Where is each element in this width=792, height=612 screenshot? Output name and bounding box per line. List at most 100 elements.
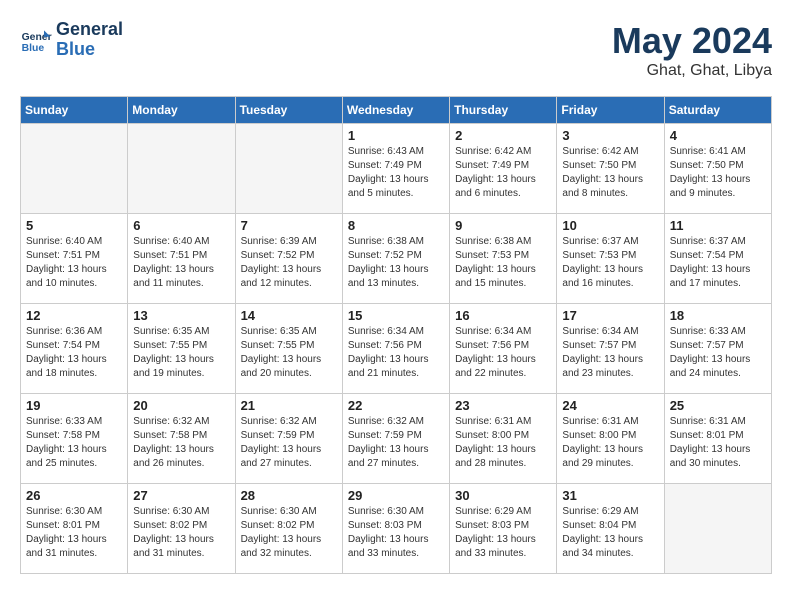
calendar-cell: 7Sunrise: 6:39 AM Sunset: 7:52 PM Daylig… bbox=[235, 214, 342, 304]
weekday-header: Saturday bbox=[664, 97, 771, 124]
day-number: 6 bbox=[133, 218, 229, 233]
day-number: 18 bbox=[670, 308, 766, 323]
day-info: Sunrise: 6:31 AM Sunset: 8:01 PM Dayligh… bbox=[670, 415, 766, 471]
calendar-cell: 29 Sunrise: 6:30 AM Sunset: 8:03 PM Dayli… bbox=[342, 484, 449, 574]
day-info: Sunrise: 6:41 AM Sunset: 7:50 PM Dayligh… bbox=[670, 145, 766, 201]
day-number: 25 bbox=[670, 398, 766, 413]
calendar-cell: 30 Sunrise: 6:29 AM Sunset: 8:03 PM Dayli… bbox=[450, 484, 557, 574]
logo-text: General Blue bbox=[56, 20, 123, 60]
weekday-header-row: SundayMondayTuesdayWednesdayThursdayFrid… bbox=[21, 97, 772, 124]
day-number: 1 bbox=[348, 128, 444, 143]
calendar-cell bbox=[21, 124, 128, 214]
calendar-cell: 17Sunrise: 6:34 AM Sunset: 7:57 PM Dayli… bbox=[557, 304, 664, 394]
day-info: Sunrise: 6:43 AM Sunset: 7:49 PM Dayligh… bbox=[348, 145, 444, 201]
svg-text:Blue: Blue bbox=[22, 43, 45, 54]
calendar-cell: 2Sunrise: 6:42 AM Sunset: 7:49 PM Daylig… bbox=[450, 124, 557, 214]
day-number: 4 bbox=[670, 128, 766, 143]
calendar-cell bbox=[664, 484, 771, 574]
title-block: May 2024 Ghat, Ghat, Libya bbox=[612, 20, 772, 80]
page-header: General Blue General Blue May 2024 Ghat,… bbox=[20, 20, 772, 80]
calendar-cell: 24 Sunrise: 6:31 AM Sunset: 8:00 PM Dayli… bbox=[557, 394, 664, 484]
day-info: Sunrise: 6:30 AM Sunset: 8:02 PM Dayligh… bbox=[241, 505, 337, 561]
weekday-header: Friday bbox=[557, 97, 664, 124]
calendar-cell: 26 Sunrise: 6:30 AM Sunset: 8:01 PM Dayli… bbox=[21, 484, 128, 574]
day-info: Sunrise: 6:36 AM Sunset: 7:54 PM Dayligh… bbox=[26, 325, 122, 381]
day-info: Sunrise: 6:32 AM Sunset: 7:59 PM Dayligh… bbox=[348, 415, 444, 471]
calendar-cell: 13Sunrise: 6:35 AM Sunset: 7:55 PM Dayli… bbox=[128, 304, 235, 394]
day-info: Sunrise: 6:32 AM Sunset: 7:58 PM Dayligh… bbox=[133, 415, 229, 471]
weekday-header: Wednesday bbox=[342, 97, 449, 124]
day-info: Sunrise: 6:38 AM Sunset: 7:53 PM Dayligh… bbox=[455, 235, 551, 291]
calendar-cell bbox=[235, 124, 342, 214]
day-number: 2 bbox=[455, 128, 551, 143]
logo: General Blue General Blue bbox=[20, 20, 123, 60]
calendar-week-row: 19Sunrise: 6:33 AM Sunset: 7:58 PM Dayli… bbox=[21, 394, 772, 484]
day-info: Sunrise: 6:30 AM Sunset: 8:01 PM Dayligh… bbox=[26, 505, 122, 561]
day-number: 12 bbox=[26, 308, 122, 323]
calendar-cell: 28Sunrise: 6:30 AM Sunset: 8:02 PM Dayli… bbox=[235, 484, 342, 574]
calendar-cell: 8 Sunrise: 6:38 AM Sunset: 7:52 PM Daylig… bbox=[342, 214, 449, 304]
weekday-header: Thursday bbox=[450, 97, 557, 124]
day-number: 31 bbox=[562, 488, 658, 503]
calendar-cell: 31 Sunrise: 6:29 AM Sunset: 8:04 PM Dayli… bbox=[557, 484, 664, 574]
day-info: Sunrise: 6:35 AM Sunset: 7:55 PM Dayligh… bbox=[133, 325, 229, 381]
calendar-cell: 12 Sunrise: 6:36 AM Sunset: 7:54 PM Dayli… bbox=[21, 304, 128, 394]
calendar-cell: 10 Sunrise: 6:37 AM Sunset: 7:53 PM Dayli… bbox=[557, 214, 664, 304]
day-info: Sunrise: 6:38 AM Sunset: 7:52 PM Dayligh… bbox=[348, 235, 444, 291]
day-info: Sunrise: 6:32 AM Sunset: 7:59 PM Dayligh… bbox=[241, 415, 337, 471]
day-info: Sunrise: 6:31 AM Sunset: 8:00 PM Dayligh… bbox=[562, 415, 658, 471]
weekday-header: Sunday bbox=[21, 97, 128, 124]
calendar-subtitle: Ghat, Ghat, Libya bbox=[612, 62, 772, 80]
day-info: Sunrise: 6:33 AM Sunset: 7:57 PM Dayligh… bbox=[670, 325, 766, 381]
calendar-cell: 14 Sunrise: 6:35 AM Sunset: 7:55 PM Dayli… bbox=[235, 304, 342, 394]
calendar-cell: 9 Sunrise: 6:38 AM Sunset: 7:53 PM Daylig… bbox=[450, 214, 557, 304]
day-number: 8 bbox=[348, 218, 444, 233]
day-number: 20 bbox=[133, 398, 229, 413]
day-number: 9 bbox=[455, 218, 551, 233]
day-info: Sunrise: 6:40 AM Sunset: 7:51 PM Dayligh… bbox=[26, 235, 122, 291]
calendar-week-row: 1 Sunrise: 6:43 AM Sunset: 7:49 PM Daylig… bbox=[21, 124, 772, 214]
day-info: Sunrise: 6:29 AM Sunset: 8:04 PM Dayligh… bbox=[562, 505, 658, 561]
day-info: Sunrise: 6:35 AM Sunset: 7:55 PM Dayligh… bbox=[241, 325, 337, 381]
calendar-cell: 21 Sunrise: 6:32 AM Sunset: 7:59 PM Dayli… bbox=[235, 394, 342, 484]
day-info: Sunrise: 6:37 AM Sunset: 7:53 PM Dayligh… bbox=[562, 235, 658, 291]
calendar-cell: 6 Sunrise: 6:40 AM Sunset: 7:51 PM Daylig… bbox=[128, 214, 235, 304]
day-number: 21 bbox=[241, 398, 337, 413]
calendar-cell bbox=[128, 124, 235, 214]
day-info: Sunrise: 6:42 AM Sunset: 7:50 PM Dayligh… bbox=[562, 145, 658, 201]
calendar-cell: 11Sunrise: 6:37 AM Sunset: 7:54 PM Dayli… bbox=[664, 214, 771, 304]
calendar-cell: 5Sunrise: 6:40 AM Sunset: 7:51 PM Daylig… bbox=[21, 214, 128, 304]
calendar-cell: 18 Sunrise: 6:33 AM Sunset: 7:57 PM Dayli… bbox=[664, 304, 771, 394]
day-number: 10 bbox=[562, 218, 658, 233]
day-number: 27 bbox=[133, 488, 229, 503]
day-number: 16 bbox=[455, 308, 551, 323]
weekday-header: Monday bbox=[128, 97, 235, 124]
day-info: Sunrise: 6:40 AM Sunset: 7:51 PM Dayligh… bbox=[133, 235, 229, 291]
calendar-cell: 1 Sunrise: 6:43 AM Sunset: 7:49 PM Daylig… bbox=[342, 124, 449, 214]
calendar-week-row: 12 Sunrise: 6:36 AM Sunset: 7:54 PM Dayli… bbox=[21, 304, 772, 394]
day-info: Sunrise: 6:30 AM Sunset: 8:03 PM Dayligh… bbox=[348, 505, 444, 561]
calendar-cell: 27 Sunrise: 6:30 AM Sunset: 8:02 PM Dayli… bbox=[128, 484, 235, 574]
calendar-cell: 3Sunrise: 6:42 AM Sunset: 7:50 PM Daylig… bbox=[557, 124, 664, 214]
day-info: Sunrise: 6:37 AM Sunset: 7:54 PM Dayligh… bbox=[670, 235, 766, 291]
calendar-cell: 4 Sunrise: 6:41 AM Sunset: 7:50 PM Daylig… bbox=[664, 124, 771, 214]
calendar-cell: 20 Sunrise: 6:32 AM Sunset: 7:58 PM Dayli… bbox=[128, 394, 235, 484]
day-number: 29 bbox=[348, 488, 444, 503]
day-info: Sunrise: 6:31 AM Sunset: 8:00 PM Dayligh… bbox=[455, 415, 551, 471]
calendar-cell: 22Sunrise: 6:32 AM Sunset: 7:59 PM Dayli… bbox=[342, 394, 449, 484]
logo-icon: General Blue bbox=[20, 24, 52, 56]
day-number: 24 bbox=[562, 398, 658, 413]
day-number: 26 bbox=[26, 488, 122, 503]
day-number: 15 bbox=[348, 308, 444, 323]
day-number: 19 bbox=[26, 398, 122, 413]
day-info: Sunrise: 6:34 AM Sunset: 7:57 PM Dayligh… bbox=[562, 325, 658, 381]
day-number: 30 bbox=[455, 488, 551, 503]
calendar-cell: 16Sunrise: 6:34 AM Sunset: 7:56 PM Dayli… bbox=[450, 304, 557, 394]
day-info: Sunrise: 6:39 AM Sunset: 7:52 PM Dayligh… bbox=[241, 235, 337, 291]
calendar-table: SundayMondayTuesdayWednesdayThursdayFrid… bbox=[20, 96, 772, 574]
day-info: Sunrise: 6:29 AM Sunset: 8:03 PM Dayligh… bbox=[455, 505, 551, 561]
calendar-cell: 19Sunrise: 6:33 AM Sunset: 7:58 PM Dayli… bbox=[21, 394, 128, 484]
day-number: 14 bbox=[241, 308, 337, 323]
day-info: Sunrise: 6:30 AM Sunset: 8:02 PM Dayligh… bbox=[133, 505, 229, 561]
calendar-title: May 2024 bbox=[612, 20, 772, 62]
